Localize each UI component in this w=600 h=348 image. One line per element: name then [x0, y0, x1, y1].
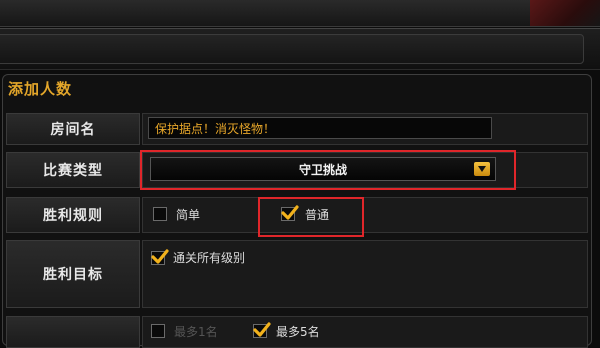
panel-title: 添加人数: [8, 80, 73, 98]
header-bar: [0, 34, 584, 64]
players-max5-checkbox[interactable]: [253, 322, 271, 338]
win-rule-row: [142, 197, 588, 233]
win-rule-simple-checkbox[interactable]: [153, 207, 167, 221]
top-frame-band: [0, 0, 600, 27]
top-right-corner-ornament: [530, 0, 600, 26]
players-max1-checkbox[interactable]: [151, 324, 165, 338]
win-rule-simple-label: 简单: [176, 208, 201, 222]
header-strip: [0, 28, 600, 70]
win-rule-label: 胜利规则: [6, 197, 140, 233]
players-max5-label: 最多5名: [276, 325, 320, 339]
players-label: [6, 316, 140, 348]
checkmark-icon: [253, 322, 271, 337]
room-name-label: 房间名: [6, 113, 140, 145]
win-goal-all-levels-checkbox[interactable]: [151, 249, 169, 265]
checkmark-icon: [151, 249, 169, 264]
win-rule-highlight: [258, 197, 364, 237]
win-goal-label: 胜利目标: [6, 240, 140, 308]
match-type-highlight: [140, 150, 516, 190]
room-name-input[interactable]: 保护据点！消灭怪物！: [148, 117, 492, 139]
players-max1-label: 最多1名: [174, 325, 218, 339]
win-goal-all-levels-label: 通关所有级别: [173, 251, 246, 265]
match-type-label: 比赛类型: [6, 152, 140, 188]
